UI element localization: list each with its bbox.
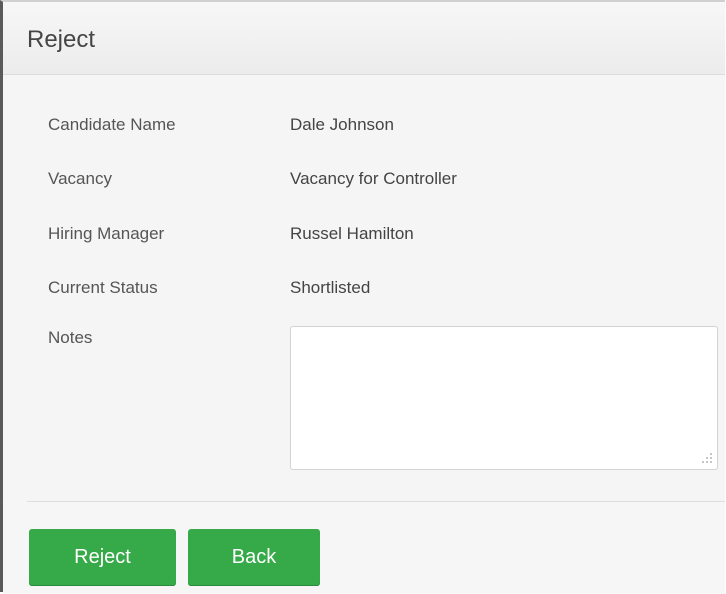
- dialog-header: Reject: [3, 2, 725, 75]
- notes-label: Notes: [48, 328, 93, 347]
- current-status-value: Shortlisted: [290, 278, 371, 297]
- dialog-title: Reject: [27, 26, 96, 53]
- candidate-name-label: Candidate Name: [48, 115, 176, 134]
- footer-divider: [27, 501, 725, 502]
- current-status-label: Current Status: [48, 278, 158, 297]
- candidate-name-value: Dale Johnson: [290, 115, 394, 134]
- back-button[interactable]: Back: [188, 529, 320, 586]
- vacancy-label: Vacancy: [48, 169, 112, 188]
- resize-grip-icon[interactable]: [700, 451, 714, 465]
- reject-dialog: Reject Candidate Name Dale Johnson Vacan…: [0, 0, 725, 594]
- reject-button[interactable]: Reject: [29, 529, 176, 586]
- vacancy-value: Vacancy for Controller: [290, 169, 457, 188]
- hiring-manager-value: Russel Hamilton: [290, 224, 414, 243]
- hiring-manager-label: Hiring Manager: [48, 224, 165, 243]
- notes-textarea[interactable]: [290, 326, 718, 470]
